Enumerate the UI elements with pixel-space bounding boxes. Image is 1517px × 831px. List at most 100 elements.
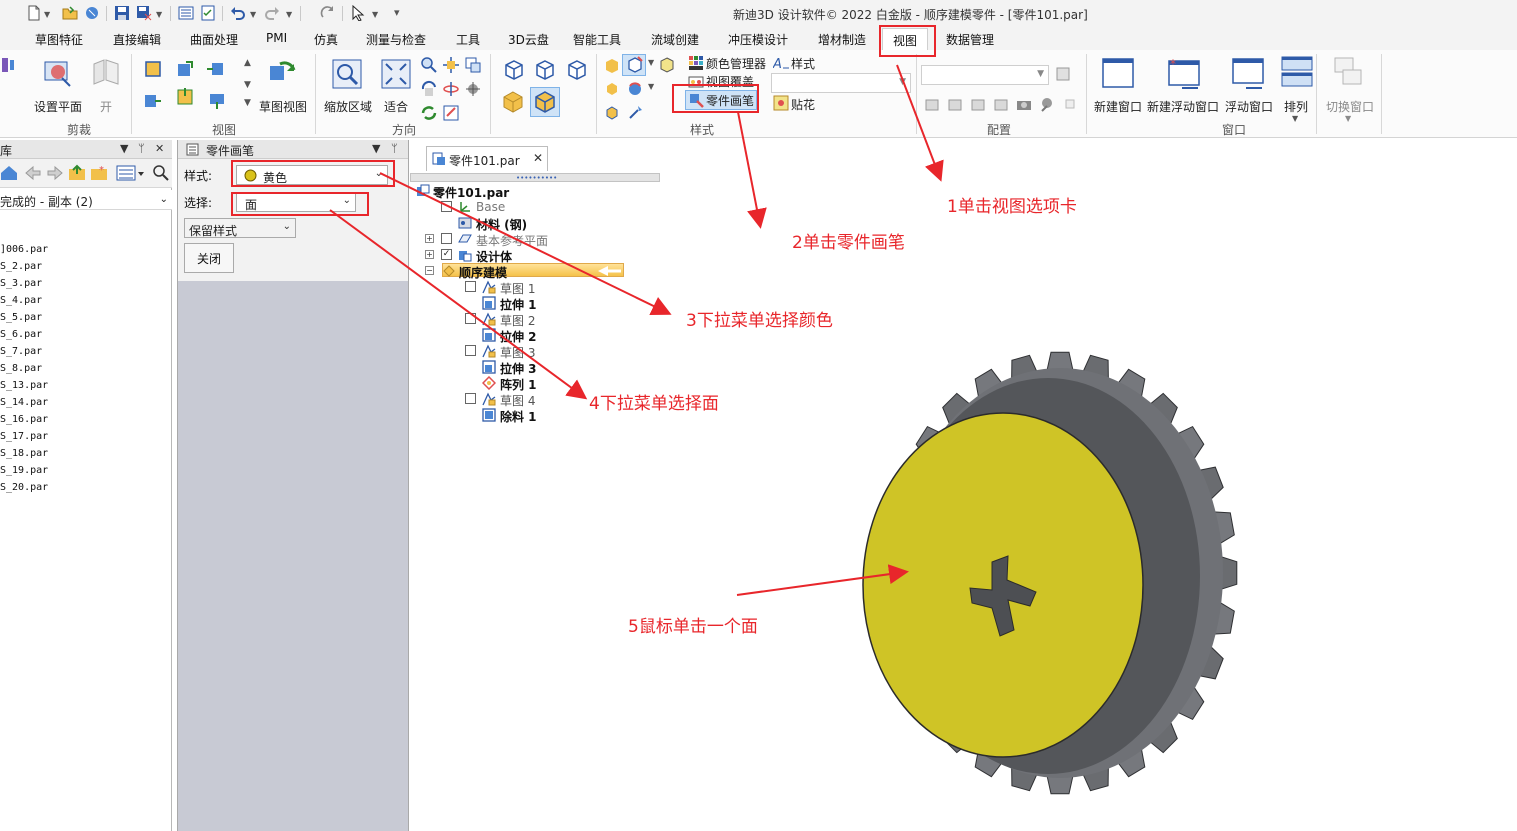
new-window-icon[interactable] [1102, 58, 1134, 90]
save-icon[interactable] [114, 5, 130, 21]
checkbox[interactable] [465, 313, 476, 324]
tree-seq-model[interactable]: − 顺序建模 [424, 263, 624, 280]
view-mode-icon[interactable] [116, 164, 144, 182]
panel-menu-icon[interactable]: ▼ [372, 142, 380, 155]
repeat-icon[interactable] [320, 5, 336, 21]
view-front-icon[interactable] [176, 60, 194, 78]
tree-feature-extrude[interactable]: 拉伸 2 [464, 327, 604, 344]
view-override-icon[interactable] [688, 73, 704, 89]
config-icon-3[interactable] [970, 96, 986, 112]
select-type-dropdown[interactable]: 面 ⌄ [236, 192, 356, 212]
window-zoom-icon[interactable] [464, 56, 482, 74]
tree-toolbar[interactable]: •••••••••• [410, 173, 660, 182]
pin-icon[interactable]: ᛘ [391, 142, 398, 155]
config-icon-1[interactable] [924, 96, 940, 112]
part-painter-icon[interactable] [688, 92, 704, 108]
list-item[interactable]: S_16.par [0, 414, 48, 425]
view-side-icon[interactable] [206, 60, 224, 78]
iso-view-icon[interactable] [503, 59, 525, 81]
pin-icon[interactable]: ᛘ [138, 142, 145, 155]
chevron-down-icon[interactable]: ▼ [1345, 114, 1351, 123]
new-float-window-icon[interactable]: * [1168, 58, 1200, 90]
tab-additive[interactable]: 增材制造 [818, 31, 866, 48]
document-tab[interactable]: 零件101.par ✕ [426, 146, 548, 171]
tree-feature-cutout[interactable]: 除料 1 [464, 407, 604, 424]
home-icon[interactable] [0, 164, 18, 182]
spin-icon[interactable] [442, 80, 460, 98]
checkbox-checked[interactable]: ✓ [441, 249, 452, 260]
arrange-label[interactable]: 排列 [1284, 98, 1308, 115]
globe-icon[interactable] [84, 5, 100, 21]
chevron-down-icon[interactable]: ▼ [250, 10, 256, 19]
config-combo[interactable]: ▼ [921, 65, 1049, 85]
chevron-down-icon[interactable]: ▼ [648, 82, 654, 91]
named-view-icon[interactable] [442, 104, 460, 122]
zoom-icon[interactable] [420, 56, 438, 74]
decal-icon[interactable] [773, 95, 789, 111]
camera-icon[interactable] [1016, 96, 1032, 112]
view-top-icon[interactable] [176, 88, 194, 106]
fit-label[interactable]: 适合 [384, 98, 408, 115]
chevron-down-icon[interactable]: ⌄ [283, 221, 291, 232]
color-manager-icon[interactable] [688, 55, 704, 71]
keep-style-dropdown[interactable]: 保留样式 ⌄ [184, 218, 296, 238]
list-item[interactable]: ]006.par [0, 244, 48, 255]
config-icon-4[interactable] [993, 96, 1009, 112]
expand-icon[interactable]: ▼ [244, 98, 251, 108]
box-view-icon[interactable] [658, 56, 676, 74]
view-override-label[interactable]: 视图覆盖 [706, 73, 754, 90]
tab-view[interactable]: 视图 [882, 28, 929, 50]
panel-menu-icon[interactable]: ▼ [120, 142, 128, 155]
config-icon-2[interactable] [947, 96, 963, 112]
orbit-icon[interactable] [464, 80, 482, 98]
refresh-view-icon[interactable] [420, 104, 438, 122]
checkbox[interactable] [465, 281, 476, 292]
tree-design-body[interactable]: + ✓ 设计体 [424, 247, 624, 264]
chevron-down-icon[interactable]: ▼ [648, 58, 654, 67]
tree-material[interactable]: 材料 (钢) [458, 215, 638, 232]
open-label[interactable]: 开 [100, 98, 112, 115]
tree-base[interactable]: Base [440, 199, 620, 215]
new-folder-icon[interactable]: * [90, 164, 108, 182]
sketch-view-label[interactable]: 草图视图 [259, 98, 307, 115]
tab-flow-domain[interactable]: 流域创建 [651, 31, 699, 48]
view-bottom-icon[interactable] [208, 92, 226, 110]
properties-icon[interactable] [178, 5, 194, 21]
list-item[interactable]: S_20.par [0, 482, 48, 493]
list-item[interactable]: S_8.par [0, 363, 42, 374]
list-item[interactable]: S_5.par [0, 312, 42, 323]
floor-icon[interactable] [603, 104, 621, 122]
switch-window-icon[interactable] [1333, 56, 1365, 88]
config-icon-7[interactable] [1062, 96, 1078, 112]
folder-dropdown[interactable]: 完成的 - 副本 (2) ⌄ [0, 190, 172, 210]
tab-surfacing[interactable]: 曲面处理 [190, 31, 238, 48]
list-item[interactable]: S_18.par [0, 448, 48, 459]
rotate-icon[interactable] [420, 80, 438, 98]
tab-3d-cloud[interactable]: 3D云盘 [508, 31, 549, 48]
tree-root[interactable]: 零件101.par [416, 183, 616, 200]
checkbox[interactable] [465, 393, 476, 404]
reflection-icon[interactable] [626, 80, 644, 98]
color-style-dropdown[interactable]: 黄色 ⌄ [236, 165, 388, 185]
list-item[interactable]: S_3.par [0, 278, 42, 289]
chevron-down-icon[interactable]: ⌄ [343, 195, 351, 206]
undo-icon[interactable] [230, 5, 246, 21]
tab-tools[interactable]: 工具 [456, 31, 480, 48]
up-folder-icon[interactable] [68, 164, 86, 182]
lights-icon[interactable] [626, 104, 644, 122]
perspective-icon[interactable] [626, 56, 644, 74]
collapse-icon[interactable]: − [425, 266, 434, 275]
tree-feature-pattern[interactable]: 阵列 1 [464, 375, 604, 392]
checklist-icon[interactable] [200, 5, 216, 21]
switch-window-label[interactable]: 切换窗口 [1326, 98, 1374, 115]
light-config-icon[interactable] [1039, 96, 1055, 112]
view-cube-icon[interactable] [144, 60, 162, 78]
trimetric-view-icon[interactable] [566, 59, 588, 81]
fit-icon[interactable] [380, 58, 412, 90]
customize-toolbar-icon[interactable]: ▾ [394, 6, 400, 19]
shaded-icon[interactable] [501, 90, 525, 114]
tab-direct-edit[interactable]: 直接编辑 [113, 31, 161, 48]
close-icon[interactable]: ✕ [533, 151, 543, 165]
chevron-down-icon[interactable]: ▼ [44, 10, 50, 19]
chevron-down-icon[interactable]: ▼ [372, 10, 378, 19]
